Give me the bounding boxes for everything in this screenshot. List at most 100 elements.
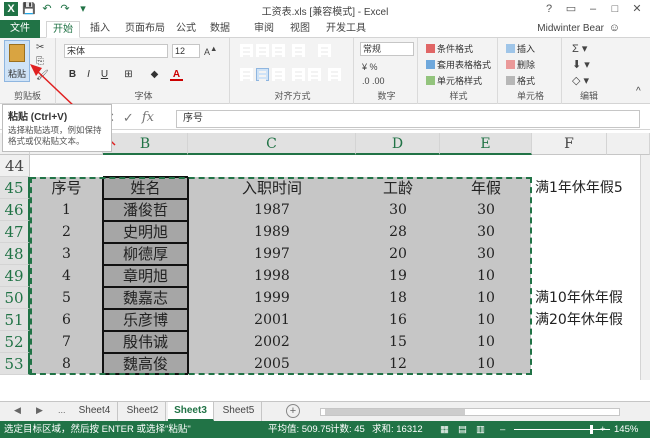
cut-icon[interactable]: ✂	[36, 42, 44, 53]
column-header-f[interactable]: F	[532, 133, 607, 155]
tab-formulas[interactable]: 公式	[172, 21, 200, 38]
table-format-icon	[426, 60, 435, 69]
format-cells-button[interactable]: 格式	[506, 74, 535, 87]
horizontal-scroll-thumb[interactable]	[325, 409, 465, 415]
row-header-50[interactable]: 50	[0, 287, 30, 309]
tab-review[interactable]: 审阅	[250, 21, 278, 38]
delete-cells-button[interactable]: 删除	[506, 58, 535, 71]
zoom-level[interactable]: 145%	[614, 421, 638, 438]
row-header-51[interactable]: 51	[0, 309, 30, 331]
fill-icon[interactable]: ⬇ ▾	[572, 58, 590, 71]
zoom-slider-thumb[interactable]	[590, 425, 593, 434]
paste-button[interactable]: 粘贴	[4, 40, 30, 82]
autosum-icon[interactable]: Σ ▾	[572, 42, 587, 55]
font-name-select[interactable]: 宋体	[64, 44, 168, 58]
decimal-icon[interactable]: .0 .00	[362, 76, 385, 86]
number-format-select[interactable]: 常规	[360, 42, 414, 56]
column-header-d[interactable]: D	[356, 133, 440, 155]
orientation-icon[interactable]	[292, 44, 305, 57]
sheet-next-icon[interactable]: ▶	[36, 405, 43, 416]
row-header-46[interactable]: 46	[0, 199, 30, 221]
column-header-g[interactable]	[607, 133, 650, 155]
ribbon-display-button[interactable]: ▭	[560, 0, 582, 18]
status-sum[interactable]: 求和: 16312	[372, 421, 423, 438]
page-break-view-icon[interactable]: ▥	[476, 421, 485, 438]
tab-insert[interactable]: 插入	[84, 21, 116, 38]
align-bottom-icon[interactable]	[272, 44, 285, 57]
font-size-select[interactable]: 12	[172, 44, 200, 58]
tab-developer[interactable]: 开发工具	[324, 21, 368, 38]
conditional-format-button[interactable]: 条件格式	[426, 42, 473, 55]
align-right-icon[interactable]	[272, 68, 285, 81]
tab-view[interactable]: 视图	[286, 21, 314, 38]
increase-indent-icon[interactable]	[308, 68, 321, 81]
status-count[interactable]: 计数: 45	[330, 421, 365, 438]
note-cell-f51[interactable]: 满20年休年假	[535, 309, 650, 331]
insert-function-icon[interactable]: fx	[142, 110, 154, 126]
help-button[interactable]: ?	[538, 0, 560, 18]
add-sheet-button[interactable]: +	[286, 404, 300, 418]
collapse-ribbon-icon[interactable]: ^	[636, 86, 641, 97]
insert-cells-button[interactable]: 插入	[506, 42, 535, 55]
row-header-47[interactable]: 47	[0, 221, 30, 243]
column-header-e[interactable]: E	[440, 133, 532, 155]
tab-data[interactable]: 数据	[206, 21, 234, 38]
vertical-scrollbar[interactable]	[640, 155, 650, 380]
horizontal-scrollbar[interactable]	[320, 408, 620, 416]
italic-button[interactable]: I	[82, 68, 95, 81]
maximize-button[interactable]: □	[604, 0, 626, 18]
sheet-tab-sheet2[interactable]: Sheet2	[120, 402, 166, 421]
align-left-icon[interactable]	[240, 68, 253, 81]
clear-icon[interactable]: ◇ ▾	[572, 74, 589, 87]
sheet-more-ellipsis[interactable]: ...	[58, 405, 66, 415]
font-color-icon[interactable]: A	[170, 68, 183, 81]
normal-view-icon[interactable]: ▦	[440, 421, 449, 438]
zoom-in-icon[interactable]: +	[600, 421, 606, 438]
sheet-tab-sheet4[interactable]: Sheet4	[72, 402, 118, 421]
align-top-icon[interactable]	[240, 44, 253, 57]
row-header-49[interactable]: 49	[0, 265, 30, 287]
note-cell-f45[interactable]: 满1年休年假5	[535, 177, 650, 199]
format-as-table-button[interactable]: 套用表格格式	[426, 58, 491, 71]
close-button[interactable]: ✕	[626, 0, 648, 18]
cell-styles-button[interactable]: 单元格样式	[426, 74, 482, 87]
column-header-c[interactable]: C	[188, 133, 356, 155]
fill-color-icon[interactable]: ◆	[148, 68, 161, 81]
row-header-44[interactable]: 44	[0, 155, 30, 177]
tab-page-layout[interactable]: 页面布局	[122, 21, 168, 38]
feedback-smile-icon[interactable]: ☺	[609, 22, 620, 34]
sheet-prev-icon[interactable]: ◀	[14, 405, 21, 416]
conditional-format-label: 条件格式	[437, 44, 474, 54]
status-average[interactable]: 平均值: 509.75	[268, 421, 331, 438]
row-header-53[interactable]: 53	[0, 353, 30, 375]
borders-icon[interactable]: ⊞	[122, 68, 135, 81]
bold-button[interactable]: B	[66, 68, 79, 81]
confirm-icon[interactable]: ✓	[123, 110, 134, 126]
align-middle-icon[interactable]	[256, 44, 269, 57]
row-header-52[interactable]: 52	[0, 331, 30, 353]
sheet-tab-sheet5[interactable]: Sheet5	[216, 402, 262, 421]
user-name[interactable]: Midwinter Bear	[537, 23, 604, 34]
formula-input[interactable]: 序号	[176, 110, 640, 128]
tab-file[interactable]: 文件	[0, 20, 40, 38]
row-header-45[interactable]: 45	[0, 177, 30, 199]
copy-icon[interactable]: ⎘	[36, 56, 44, 67]
format-painter-icon[interactable]: 🖌	[36, 70, 49, 81]
tab-home[interactable]: 开始	[46, 21, 80, 38]
note-cell-f50[interactable]: 满10年休年假	[535, 287, 650, 309]
row-header-48[interactable]: 48	[0, 243, 30, 265]
merge-center-icon[interactable]	[328, 68, 341, 81]
conditional-format-icon	[426, 44, 435, 53]
zoom-slider[interactable]	[514, 429, 610, 430]
column-header-b[interactable]: B	[103, 133, 188, 155]
zoom-out-icon[interactable]: –	[500, 421, 505, 438]
align-center-icon[interactable]	[256, 68, 269, 81]
minimize-button[interactable]: –	[582, 0, 604, 18]
sheet-tab-sheet3[interactable]: Sheet3	[168, 402, 214, 421]
currency-icon[interactable]: ¥ %	[362, 62, 378, 72]
page-layout-view-icon[interactable]: ▤	[458, 421, 467, 438]
grow-font-icon[interactable]: A▲	[204, 44, 217, 57]
wrap-text-icon[interactable]	[318, 44, 331, 57]
decrease-indent-icon[interactable]	[292, 68, 305, 81]
underline-button[interactable]: U	[98, 68, 111, 81]
